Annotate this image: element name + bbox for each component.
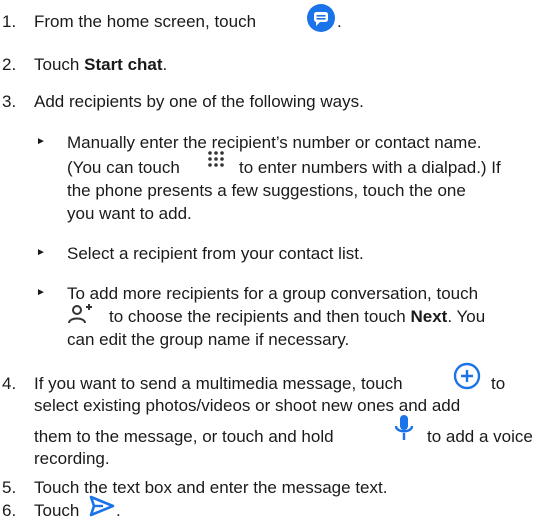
bullet-marker: ► (36, 287, 46, 298)
step-text-part: Touch (34, 55, 80, 74)
bullet-line: To add more recipients for a group conve… (67, 284, 479, 303)
microphone-icon (394, 415, 414, 440)
dialpad-icon (208, 151, 224, 167)
bullet-line: to enter numbers with a dialpad.) If (239, 158, 501, 177)
step-line: them to the message, or touch and hold (34, 427, 334, 446)
bullet-line: to choose the recipients and then touch … (109, 307, 485, 327)
messages-app-icon (307, 4, 335, 32)
step-number: 4. (2, 374, 17, 393)
bullet-line: can edit the group name if necessary. (67, 330, 350, 349)
step-line: If you want to send a multimedia message… (34, 374, 403, 393)
step-text-part: From the home screen, touch (34, 12, 257, 31)
add-circle-icon (453, 362, 481, 390)
step-line: recording. (34, 449, 110, 468)
step-number: 6. (2, 501, 17, 520)
bullet-line: you want to add. (67, 204, 192, 223)
step-number: 1. (2, 12, 17, 31)
next-label: Next (410, 307, 448, 326)
bullet-text-part: to choose the recipients and then touch (109, 307, 406, 326)
step-number: 3. (2, 92, 17, 111)
start-chat-label: Start chat (84, 55, 163, 74)
step-number: 2. (2, 55, 17, 74)
step-text: Touch (34, 501, 80, 520)
step-text: Touch the text box and enter the message… (34, 478, 388, 497)
step-line: select existing photos/videos or shoot n… (34, 396, 461, 415)
step-text-tail: . (116, 501, 121, 520)
step-line: to add a voice (427, 427, 533, 446)
bullet-marker: ► (36, 247, 46, 258)
bullet-line: Manually enter the recipient’s number or… (67, 133, 482, 152)
bullet-line: Select a recipient from your contact lis… (67, 244, 364, 263)
step-line: to (491, 374, 506, 393)
step-text: From the home screen, touch (34, 12, 256, 32)
bullet-text-part: . You (447, 307, 486, 326)
step-text-tail: . (337, 12, 342, 31)
bullet-marker: ► (36, 136, 46, 147)
step-text: Add recipients by one of the following w… (34, 92, 364, 111)
step-number: 5. (2, 478, 17, 497)
bullet-line: the phone presents a few suggestions, to… (67, 181, 466, 200)
step-text: Touch Start chat. (34, 55, 167, 75)
send-icon (89, 495, 115, 517)
add-contact-icon (68, 304, 92, 324)
step-text-part: . (162, 55, 168, 74)
bullet-line: (You can touch (67, 158, 180, 177)
